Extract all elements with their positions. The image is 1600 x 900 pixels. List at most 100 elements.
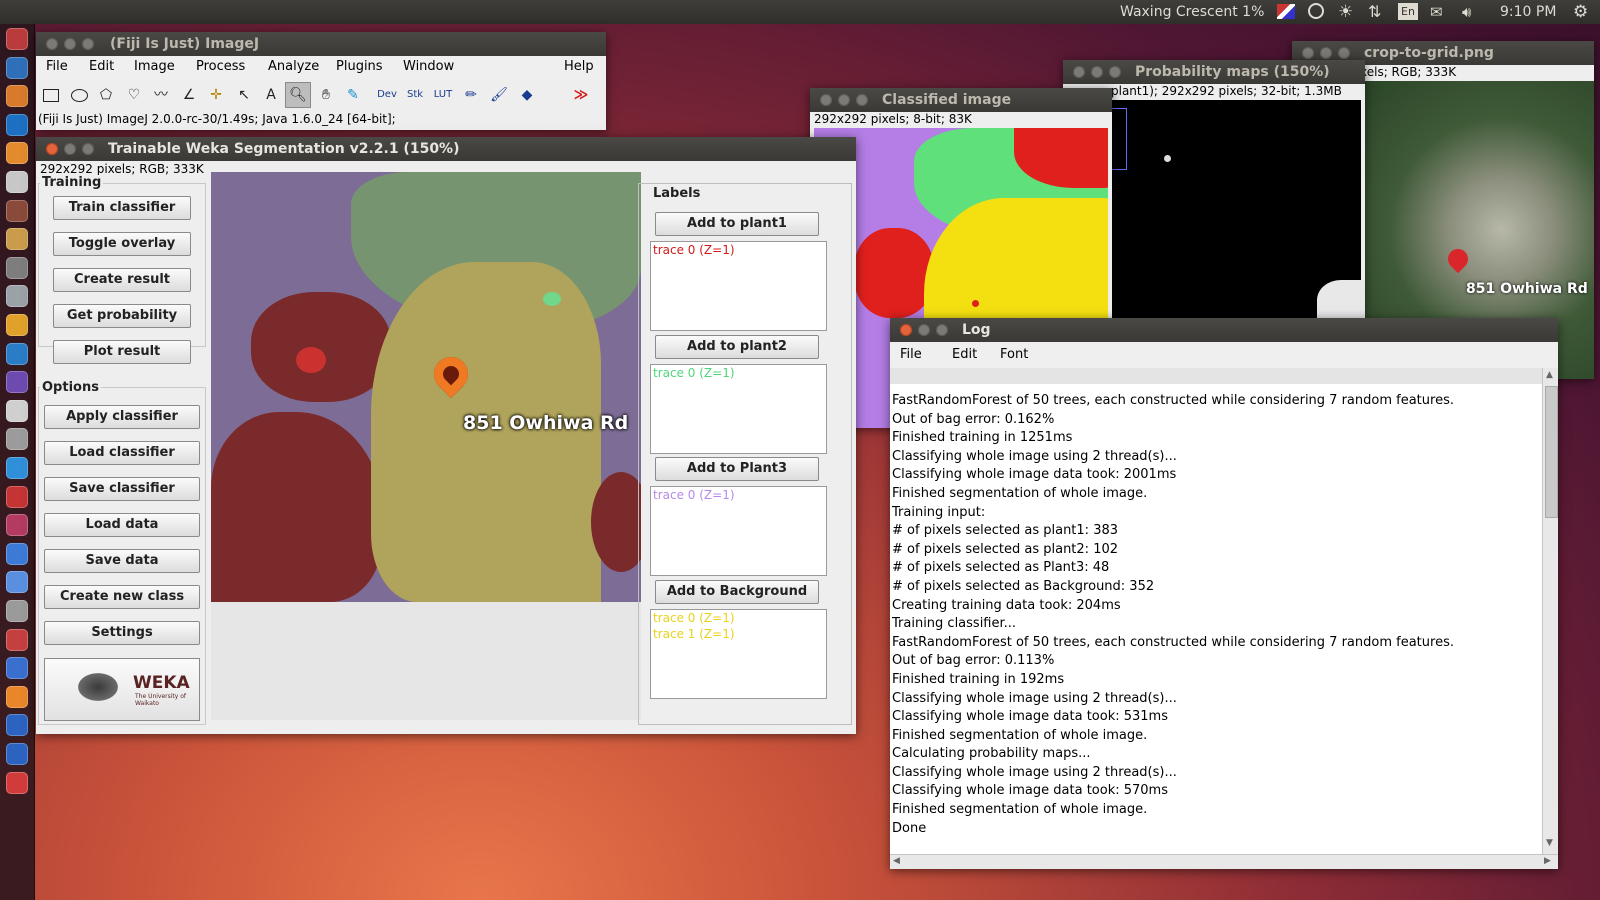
- launcher-app-icon[interactable]: [6, 342, 28, 365]
- launcher-app-icon[interactable]: [6, 428, 28, 451]
- moon-phase-indicator[interactable]: Waxing Crescent 1%: [1120, 3, 1264, 21]
- hand-tool-icon[interactable]: ✋︎: [313, 82, 339, 108]
- imagej-titlebar[interactable]: (Fiji Is Just) ImageJ: [36, 32, 606, 56]
- menu-plugins[interactable]: Plugins: [336, 59, 383, 74]
- launcher-app-icon[interactable]: [6, 199, 28, 222]
- minimize-icon[interactable]: [64, 143, 76, 155]
- launcher-app-icon[interactable]: [6, 457, 28, 479]
- launcher-app-icon[interactable]: [6, 142, 28, 165]
- settings-gear-icon[interactable]: ⚙: [1573, 3, 1588, 21]
- launcher-app-icon[interactable]: [6, 657, 28, 680]
- menu-edit[interactable]: Edit: [952, 347, 977, 362]
- plot-result-button[interactable]: Plot result: [53, 340, 191, 364]
- menu-file[interactable]: File: [46, 59, 68, 74]
- freehand-tool-icon[interactable]: ♡: [121, 82, 147, 108]
- trace-item[interactable]: trace 0 (Z=1): [651, 487, 826, 503]
- flood-fill-tool-icon[interactable]: ◆: [514, 82, 540, 108]
- scrollbar-thumb[interactable]: [1545, 386, 1558, 518]
- launcher-app-icon[interactable]: [6, 628, 28, 651]
- log-titlebar[interactable]: Log: [890, 318, 1558, 342]
- apply-classifier-button[interactable]: Apply classifier: [44, 405, 200, 429]
- horizontal-scrollbar[interactable]: ◀ ▶: [890, 854, 1558, 869]
- add-to-background-button[interactable]: Add to Background: [655, 580, 819, 604]
- rectangle-tool-icon[interactable]: [38, 82, 64, 108]
- trace-item[interactable]: trace 0 (Z=1): [651, 610, 826, 626]
- launcher-app-icon[interactable]: [6, 371, 28, 394]
- flag-icon[interactable]: [1277, 4, 1295, 19]
- scroll-down-icon[interactable]: ▼: [1546, 838, 1553, 848]
- brightness-icon[interactable]: ☀: [1338, 3, 1353, 21]
- polygon-tool-icon[interactable]: ⬠: [93, 82, 119, 108]
- plant1-trace-list[interactable]: trace 0 (Z=1): [650, 241, 827, 331]
- oval-tool-icon[interactable]: [66, 82, 92, 108]
- launcher-app-icon[interactable]: [6, 314, 28, 336]
- create-result-button[interactable]: Create result: [53, 268, 191, 292]
- launcher-app-icon[interactable]: [6, 743, 28, 765]
- angle-tool-icon[interactable]: ∠: [176, 82, 202, 108]
- launcher-app-icon[interactable]: [6, 228, 28, 251]
- add-to-plant3-button[interactable]: Add to Plant3: [655, 457, 819, 481]
- create-new-class-button[interactable]: Create new class: [44, 585, 200, 609]
- maximize-icon[interactable]: [82, 143, 94, 155]
- launcher-app-icon[interactable]: [6, 28, 28, 50]
- mail-icon[interactable]: ✉: [1430, 3, 1443, 21]
- scroll-right-icon[interactable]: ▶: [1544, 856, 1551, 866]
- launcher-app-icon[interactable]: [6, 285, 28, 308]
- maximize-icon[interactable]: [936, 324, 948, 336]
- maximize-icon[interactable]: [82, 38, 94, 50]
- save-classifier-button[interactable]: Save classifier: [44, 477, 200, 501]
- color-picker-icon[interactable]: ✎: [340, 82, 366, 108]
- launcher-app-icon[interactable]: [6, 256, 28, 279]
- trace-item[interactable]: trace 0 (Z=1): [651, 365, 826, 381]
- minimize-icon[interactable]: [1091, 66, 1103, 78]
- menu-help[interactable]: Help: [564, 59, 594, 74]
- background-trace-list[interactable]: trace 0 (Z=1) trace 1 (Z=1): [650, 609, 827, 699]
- toggle-overlay-button[interactable]: Toggle overlay: [53, 232, 191, 256]
- segmentation-canvas[interactable]: 851 Owhiwa Rd: [211, 172, 641, 602]
- launcher-app-icon[interactable]: [6, 485, 28, 508]
- add-to-plant2-button[interactable]: Add to plant2: [655, 335, 819, 359]
- brush-tool-icon[interactable]: 🖌︎: [486, 82, 512, 108]
- minimize-icon[interactable]: [838, 94, 850, 106]
- launcher-app-icon[interactable]: [6, 542, 28, 565]
- close-icon[interactable]: [1073, 66, 1085, 78]
- close-icon[interactable]: [1302, 47, 1314, 59]
- probability-titlebar[interactable]: Probability maps (150%): [1063, 60, 1365, 84]
- launcher-app-icon[interactable]: [6, 571, 28, 594]
- maximize-icon[interactable]: [1109, 66, 1121, 78]
- menu-image[interactable]: Image: [134, 59, 175, 74]
- weka-titlebar[interactable]: Trainable Weka Segmentation v2.2.1 (150%…: [36, 137, 856, 161]
- text-tool-icon[interactable]: A: [258, 82, 284, 108]
- menu-process[interactable]: Process: [196, 59, 245, 74]
- launcher-app-icon[interactable]: [6, 113, 28, 136]
- vertical-scrollbar[interactable]: ▲ ▼: [1542, 368, 1558, 854]
- get-probability-button[interactable]: Get probability: [53, 304, 191, 328]
- wand-tool-icon[interactable]: ↖: [231, 82, 257, 108]
- trace-item[interactable]: trace 0 (Z=1): [651, 242, 826, 258]
- launcher-app-icon[interactable]: [6, 85, 28, 108]
- menu-window[interactable]: Window: [403, 59, 454, 74]
- keyboard-layout-indicator[interactable]: En: [1398, 3, 1418, 20]
- scroll-up-icon[interactable]: ▲: [1546, 370, 1553, 380]
- maximize-icon[interactable]: [1338, 47, 1350, 59]
- line-tool-icon[interactable]: 〰: [148, 82, 174, 108]
- network-icon[interactable]: ⇅: [1368, 3, 1381, 21]
- stk-tool[interactable]: Stk: [402, 82, 428, 108]
- train-classifier-button[interactable]: Train classifier: [53, 196, 191, 220]
- point-tool-icon[interactable]: ✛: [203, 82, 229, 108]
- maximize-icon[interactable]: [856, 94, 868, 106]
- minimize-icon[interactable]: [918, 324, 930, 336]
- more-tools-icon[interactable]: ≫: [568, 82, 594, 108]
- menu-font[interactable]: Font: [1000, 347, 1028, 362]
- plant2-trace-list[interactable]: trace 0 (Z=1): [650, 364, 827, 454]
- launcher-app-icon[interactable]: [6, 685, 28, 708]
- close-icon[interactable]: [46, 38, 58, 50]
- classified-titlebar[interactable]: Classified image: [810, 88, 1112, 112]
- minimize-icon[interactable]: [1320, 47, 1332, 59]
- launcher-app-icon[interactable]: [6, 771, 28, 794]
- close-icon[interactable]: [900, 324, 912, 336]
- weka-logo[interactable]: WEKA The University of Waikato: [44, 658, 200, 721]
- launcher-app-icon[interactable]: [6, 714, 28, 737]
- add-to-plant1-button[interactable]: Add to plant1: [655, 212, 819, 236]
- load-classifier-button[interactable]: Load classifier: [44, 441, 200, 465]
